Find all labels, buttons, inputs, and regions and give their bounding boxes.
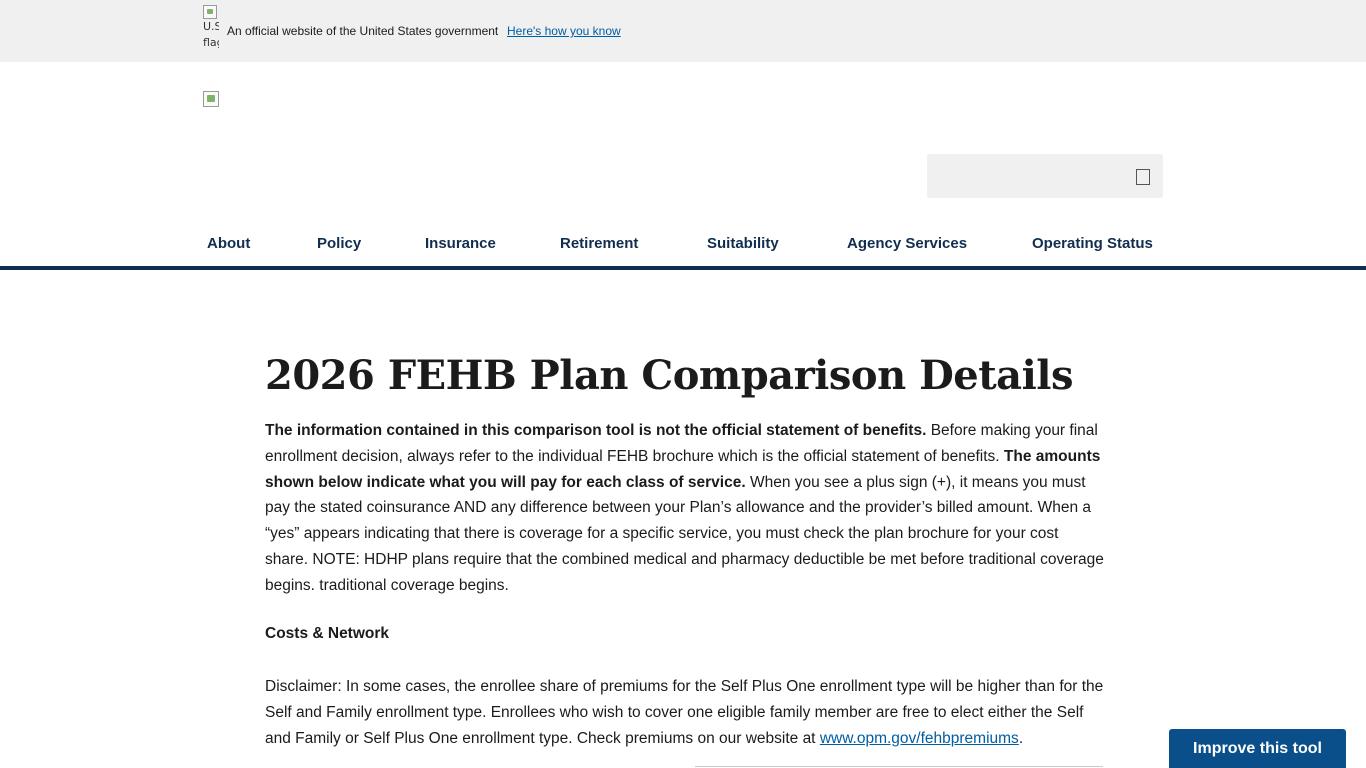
search-input[interactable] [927, 154, 1127, 198]
section-heading-costs-network: Costs & Network [265, 625, 390, 642]
nav-item-about[interactable]: About [207, 235, 250, 252]
search-box [927, 154, 1163, 198]
nav-divider [0, 266, 1366, 270]
page-title: 2026 FEHB Plan Comparison Details [265, 352, 1074, 399]
nav-item-retirement[interactable]: Retirement [560, 235, 638, 252]
disclaimer-end: . [1018, 729, 1024, 747]
intro-bold-1: The information contained in this compar… [265, 422, 927, 439]
nav-item-suitability[interactable]: Suitability [707, 235, 779, 252]
intro-paragraph: The information contained in this compar… [265, 418, 1105, 599]
disclaimer-paragraph: Disclaimer: In some cases, the enrollee … [265, 674, 1105, 751]
intro-text-2: When you see a plus sign (+), it means y… [265, 473, 1104, 594]
flag-alt-text: U.S. flag [203, 20, 219, 49]
gov-banner-text: An official website of the United States… [227, 24, 499, 38]
improve-this-tool-button[interactable]: Improve this tool [1169, 729, 1346, 768]
nav-item-policy[interactable]: Policy [317, 235, 361, 252]
primary-nav: About Policy Insurance Retirement Suitab… [0, 226, 1366, 266]
fehb-premiums-link[interactable]: www.opm.gov/fehbpremiums [820, 730, 1019, 747]
us-flag-icon: U.S. flag [203, 5, 219, 55]
gov-banner: U.S. flag An official website of the Uni… [0, 0, 1366, 62]
nav-item-agency-services[interactable]: Agency Services [847, 235, 967, 252]
site-logo-icon[interactable] [203, 91, 219, 107]
nav-item-insurance[interactable]: Insurance [425, 235, 496, 252]
nav-item-operating-status[interactable]: Operating Status [1032, 235, 1153, 252]
table-top-divider [695, 766, 1103, 767]
heres-how-you-know-link[interactable]: Here's how you know [507, 24, 621, 38]
search-icon[interactable] [1136, 169, 1150, 185]
